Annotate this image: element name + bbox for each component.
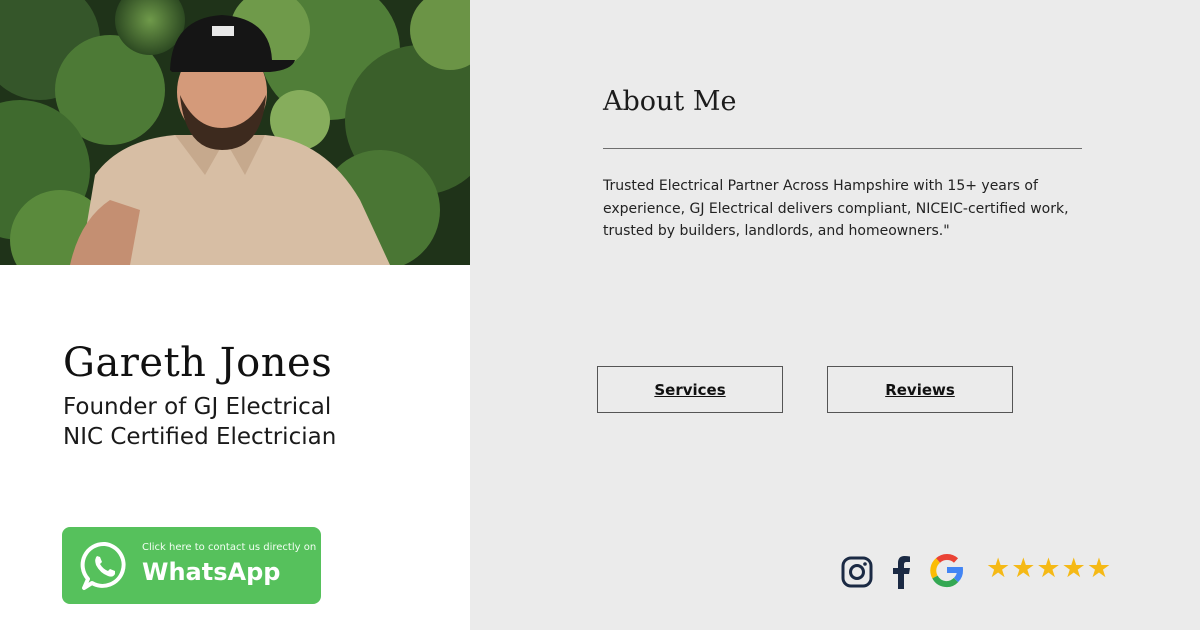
rating-stars: ★★★★★ [986,553,1113,584]
google-icon[interactable] [928,551,966,589]
profile-photo-image [0,0,470,265]
facebook-icon[interactable] [890,555,912,589]
profile-name: Gareth Jones [63,340,333,386]
about-title: About Me [603,86,737,117]
about-description: Trusted Electrical Partner Across Hampsh… [603,178,1069,239]
instagram-icon[interactable] [840,555,874,589]
whatsapp-caption: Click here to contact us directly on [142,542,317,553]
whatsapp-label: WhatsApp [142,558,281,586]
whatsapp-contact-button[interactable]: Click here to contact us directly on Wha… [62,527,321,604]
services-button[interactable]: Services [597,366,783,413]
reviews-button[interactable]: Reviews [827,366,1013,413]
whatsapp-icon [80,541,130,591]
profile-panel: Gareth Jones Founder of GJ Electrical NI… [0,0,470,630]
profile-role-founder: Founder of GJ Electrical [63,394,332,420]
about-panel [470,0,1200,630]
profile-role-certification: NIC Certified Electrician [63,424,337,450]
about-divider [603,148,1082,149]
profile-photo [0,0,470,265]
